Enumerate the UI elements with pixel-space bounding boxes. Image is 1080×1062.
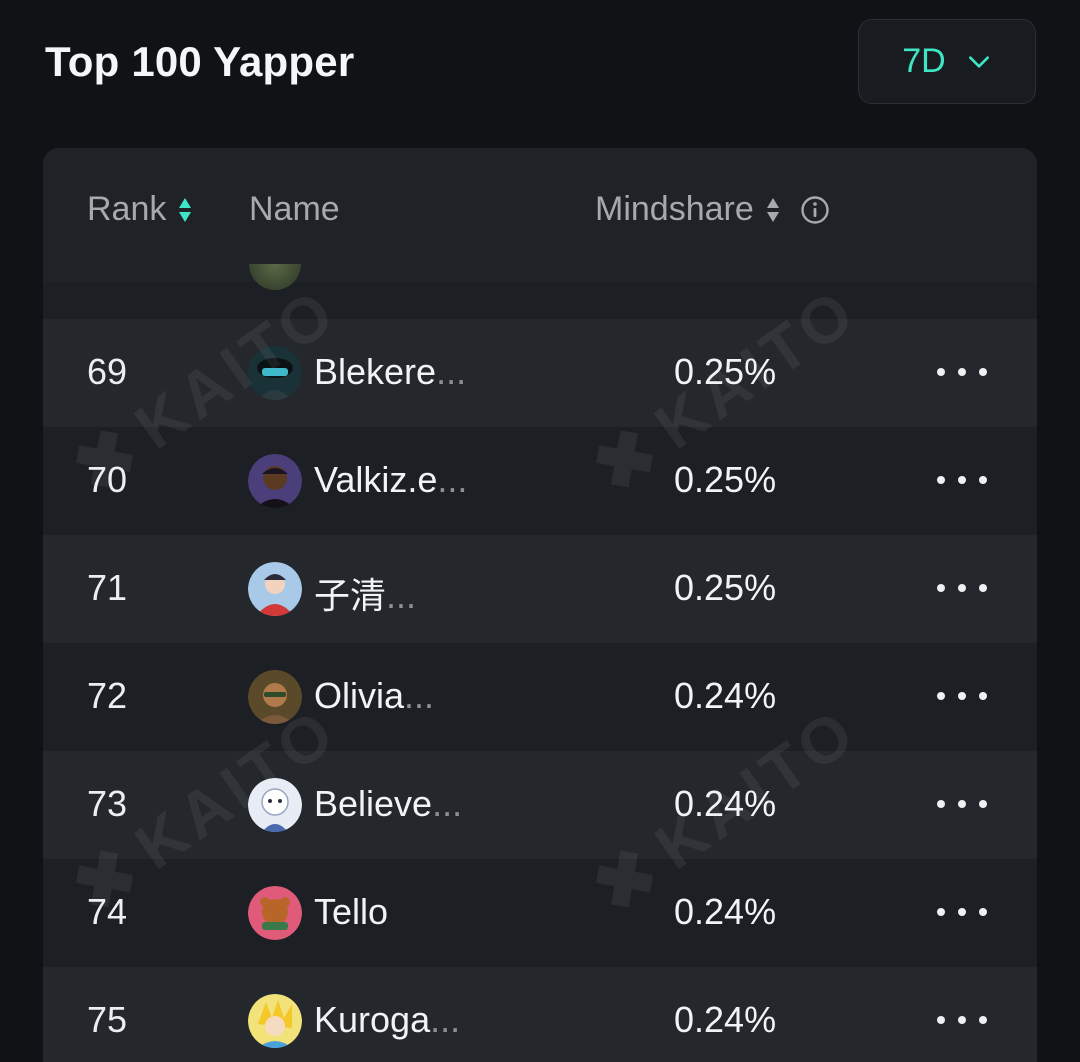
more-options-button[interactable]: [937, 1011, 987, 1029]
column-header-mindshare[interactable]: Mindshare: [595, 190, 830, 229]
avatar-image: [248, 454, 302, 508]
rank-cell: 70: [87, 459, 128, 500]
table-row[interactable]: 70 Valkiz.e... 0.25%: [43, 427, 1037, 535]
table-row[interactable]: 69 Blekere... 0.25%: [43, 319, 1037, 427]
mindshare-cell: 0.24%: [674, 783, 777, 824]
chevron-down-icon: [968, 55, 989, 68]
more-options-button[interactable]: [937, 579, 987, 597]
mindshare-cell: 0.25%: [674, 351, 777, 392]
avatar-image: [248, 778, 302, 832]
avatar-image: [248, 562, 302, 616]
rank-cell: 75: [87, 999, 128, 1040]
avatar-image: [248, 346, 302, 400]
mindshare-cell: 0.25%: [674, 459, 777, 500]
rank-cell: 73: [87, 783, 128, 824]
table-row-partial: [43, 264, 1037, 319]
sort-icon: [766, 197, 779, 222]
mindshare-cell: 0.25%: [674, 567, 777, 608]
table-body: 69 Blekere... 0.25% 70 Valkiz.e... 0.25%…: [43, 319, 1037, 1062]
table-header: Rank Name Mindshare: [43, 148, 1037, 282]
table-row[interactable]: 72 Olivia... 0.24%: [43, 643, 1037, 751]
avatar-image: [248, 886, 302, 940]
table-row[interactable]: 74 Tello 0.24%: [43, 859, 1037, 967]
column-header-rank-label: Rank: [87, 190, 167, 228]
page: Top 100 Yapper 7D Rank Name Mindshare 69…: [0, 0, 1080, 1062]
page-title: Top 100 Yapper: [45, 38, 355, 85]
name-cell[interactable]: 子清...: [314, 567, 416, 619]
rank-cell: 69: [87, 351, 128, 392]
more-options-button[interactable]: [937, 795, 987, 813]
more-options-button[interactable]: [937, 687, 987, 705]
column-header-mindshare-label: Mindshare: [595, 190, 754, 228]
rank-cell: 72: [87, 675, 128, 716]
period-select-value: 7D: [902, 42, 946, 80]
name-cell[interactable]: Believe...: [314, 783, 462, 825]
avatar[interactable]: [248, 994, 302, 1048]
more-options-button[interactable]: [937, 471, 987, 489]
mindshare-cell: 0.24%: [674, 891, 777, 932]
period-select[interactable]: 7D: [858, 19, 1036, 104]
mindshare-cell: 0.24%: [674, 675, 777, 716]
column-header-name-label: Name: [249, 190, 340, 228]
info-icon[interactable]: [800, 195, 830, 225]
avatar[interactable]: [248, 346, 302, 400]
avatar[interactable]: [248, 778, 302, 832]
table-row[interactable]: 73 Believe... 0.24%: [43, 751, 1037, 859]
rank-cell: 74: [87, 891, 128, 932]
avatar: [249, 264, 301, 290]
avatar-image: [248, 670, 302, 724]
avatar[interactable]: [248, 562, 302, 616]
name-cell[interactable]: Olivia...: [314, 675, 434, 717]
rank-cell: 71: [87, 567, 128, 608]
leaderboard-table: Rank Name Mindshare 69 Blekere... 0.25% …: [43, 148, 1037, 1062]
avatar[interactable]: [248, 454, 302, 508]
mindshare-cell: 0.24%: [674, 999, 777, 1040]
column-header-rank[interactable]: Rank: [87, 190, 192, 229]
table-row[interactable]: 75 Kuroga... 0.24%: [43, 967, 1037, 1062]
avatar[interactable]: [248, 886, 302, 940]
name-cell[interactable]: Blekere...: [314, 351, 466, 393]
name-cell[interactable]: Valkiz.e...: [314, 459, 467, 501]
name-cell[interactable]: Kuroga...: [314, 999, 460, 1041]
column-header-name: Name: [249, 190, 340, 229]
avatar-image: [248, 994, 302, 1048]
sort-icon: [179, 197, 192, 222]
name-cell[interactable]: Tello: [314, 891, 388, 933]
more-options-button[interactable]: [937, 903, 987, 921]
avatar[interactable]: [248, 670, 302, 724]
table-row[interactable]: 71 子清... 0.25%: [43, 535, 1037, 643]
more-options-button[interactable]: [937, 363, 987, 381]
